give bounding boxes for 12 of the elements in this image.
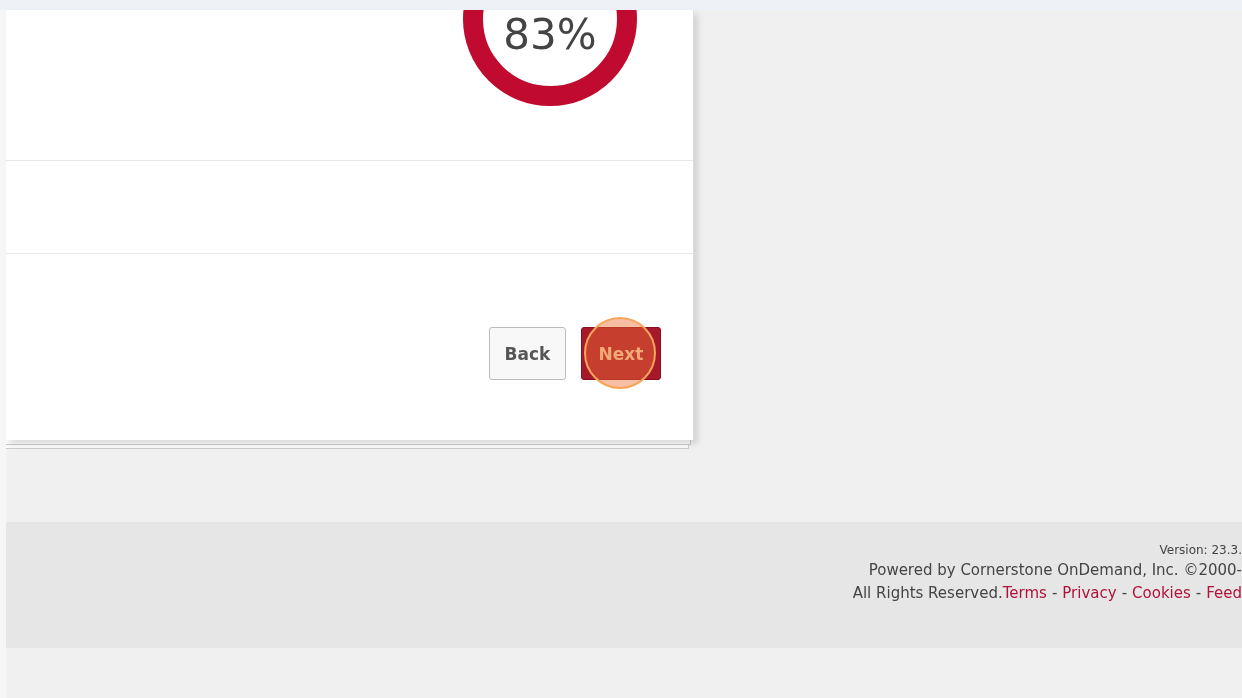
footer-link[interactable]: Feed: [1206, 584, 1242, 602]
progress-percent: 83%: [503, 10, 597, 59]
version-text: Version: 23.3.: [1159, 542, 1242, 559]
link-separator: -: [1195, 584, 1202, 602]
back-button[interactable]: Back: [489, 327, 566, 380]
link-separator: -: [1121, 584, 1128, 602]
rights-text: All Rights Reserved.: [852, 584, 1003, 602]
footer-link[interactable]: Terms: [1002, 584, 1047, 602]
link-separator: -: [1051, 584, 1058, 602]
copyright-text: Powered by Cornerstone OnDemand, Inc. ©2000-: [868, 560, 1242, 581]
footer-link[interactable]: Privacy: [1062, 584, 1117, 602]
footer-link[interactable]: Cookies: [1132, 584, 1191, 602]
